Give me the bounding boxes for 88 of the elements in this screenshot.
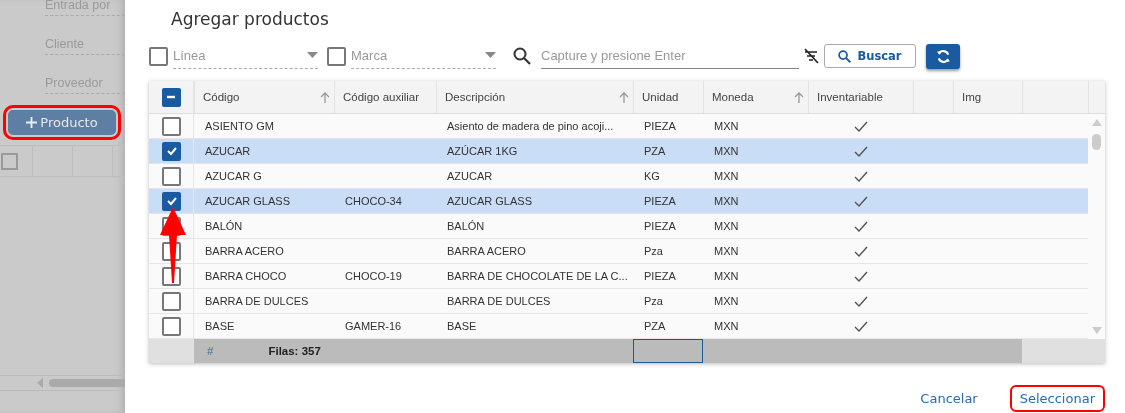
footer-cell	[149, 339, 194, 363]
dialog-action-button[interactable]: Cancelar	[910, 385, 988, 412]
table-cell: PIEZA	[644, 270, 676, 282]
selected-footer-cell[interactable]	[633, 339, 703, 363]
table-cell: MXN	[714, 145, 739, 157]
table-row[interactable]: BARRA CHOCO CHOCO-19 BARRA DE CHOCOLATE DE LA C... PIEZA MXN	[149, 264, 1088, 289]
table-cell: MXN	[714, 320, 739, 332]
caret-icon	[485, 52, 496, 58]
column-header[interactable]: Unidad	[633, 81, 703, 113]
search-icon	[838, 49, 852, 63]
table-cell: MXN	[714, 270, 739, 282]
table-cell: PZA	[644, 320, 666, 332]
table-cell: PIEZA	[644, 220, 676, 232]
row-checkbox[interactable]	[162, 291, 181, 311]
horizontal-scrollbar[interactable]	[0, 375, 125, 391]
footer-cell	[1022, 339, 1088, 363]
caret-icon	[307, 52, 318, 58]
refresh-button[interactable]	[926, 43, 960, 69]
table-cell: MXN	[714, 295, 739, 307]
table-cell: BASE	[205, 320, 235, 332]
plus-icon	[26, 117, 38, 128]
table-cell: BALÓN	[447, 220, 485, 232]
table-row[interactable]: BARRA ACERO BARRA ACERO Pza MXN	[149, 239, 1088, 264]
index-mark: #	[207, 345, 214, 357]
table-cell: ASIENTO GM	[205, 120, 274, 132]
dialog-title: Agregar productos	[171, 9, 330, 29]
select-all-checkbox[interactable]	[161, 87, 181, 107]
column-header[interactable]: Moneda	[703, 81, 808, 113]
table-cell: BARRA CHOCO	[205, 270, 287, 282]
table-cell: CHOCO-34	[345, 195, 402, 207]
row-checkbox[interactable]	[162, 166, 181, 186]
table-cell: MXN	[714, 195, 739, 207]
dialog-action-button[interactable]: Seleccionar	[1009, 385, 1105, 412]
table-cell: AZÚCAR 1KG	[447, 145, 518, 157]
table-cell: Pza	[644, 245, 663, 257]
table-cell: BARRA DE CHOCOLATE DE LA C...	[447, 270, 628, 282]
table-row[interactable]: BARRA DE DULCES BARRA DE DULCES Pza MXN	[149, 289, 1088, 314]
table-cell: AZUCAR	[447, 170, 493, 182]
column-header[interactable]: Código auxiliar	[334, 81, 436, 113]
table-cell: PZA	[644, 145, 666, 157]
table-row[interactable]: AZUCAR GLASS CHOCO-34 AZUCAR GLASS PIEZA MXN	[149, 189, 1088, 214]
table-cell: MXN	[714, 220, 739, 232]
filter-checkbox[interactable]	[327, 46, 346, 66]
table-cell: PIEZA	[644, 195, 676, 207]
search-icon	[513, 47, 531, 65]
sort-arrow-icon	[794, 91, 804, 103]
table-cell: BASE	[447, 320, 477, 332]
vertical-scrollbar[interactable]	[1088, 114, 1105, 339]
table-cell: AZUCAR G	[205, 170, 262, 182]
clear-filter-icon[interactable]	[803, 48, 819, 64]
row-checkbox[interactable]	[162, 116, 181, 136]
table-cell: BARRA ACERO	[447, 245, 526, 257]
table-cell: MXN	[714, 245, 739, 257]
sort-arrow-icon	[619, 91, 629, 103]
search-button[interactable]: Buscar	[824, 44, 916, 68]
column-header[interactable]: Código	[194, 81, 334, 113]
table-cell: AZUCAR GLASS	[205, 195, 290, 207]
column-header[interactable]: Img	[953, 81, 1022, 113]
table-cell: KG	[644, 170, 660, 182]
checkbox[interactable]	[1, 152, 18, 170]
table-cell: MXN	[714, 120, 739, 132]
column-header[interactable]: Descripción	[436, 81, 633, 113]
table-cell: CHOCO-19	[345, 270, 402, 282]
filter-checkbox[interactable]	[149, 46, 168, 66]
table-cell: BALÓN	[205, 220, 243, 232]
column-header[interactable]: Inventariable	[808, 81, 913, 113]
table-cell: Asiento de madera de pino acoji...	[447, 120, 614, 132]
sort-arrow-icon	[320, 91, 330, 103]
row-checkbox[interactable]	[162, 141, 181, 161]
footer-cell	[1088, 339, 1105, 363]
table-cell: GAMER-16	[345, 320, 402, 332]
table-cell: AZUCAR	[205, 145, 251, 157]
table-row[interactable]: BASE GAMER-16 BASE PZA MXN	[149, 314, 1088, 339]
table-cell: AZUCAR GLASS	[447, 195, 532, 207]
table-row[interactable]: AZUCAR G AZUCAR KG MXN	[149, 164, 1088, 189]
table-cell: Pza	[644, 295, 663, 307]
table-cell: BARRA ACERO	[205, 245, 284, 257]
refresh-icon	[935, 48, 951, 64]
table-row[interactable]: ASIENTO GM Asiento de madera de pino acoji... PIEZA MXN	[149, 114, 1088, 139]
row-count: Filas: 357	[268, 345, 321, 357]
table-cell: PIEZA	[644, 120, 676, 132]
table-row[interactable]: AZUCAR AZÚCAR 1KG PZA MXN	[149, 139, 1088, 164]
row-checkbox[interactable]	[162, 316, 181, 336]
table-cell: BARRA DE DULCES	[205, 295, 309, 307]
table-row[interactable]: BALÓN BALÓN PIEZA MXN	[149, 214, 1088, 239]
table-cell: BARRA DE DULCES	[447, 295, 551, 307]
row-checkbox[interactable]	[162, 191, 181, 211]
table-cell: MXN	[714, 170, 739, 182]
